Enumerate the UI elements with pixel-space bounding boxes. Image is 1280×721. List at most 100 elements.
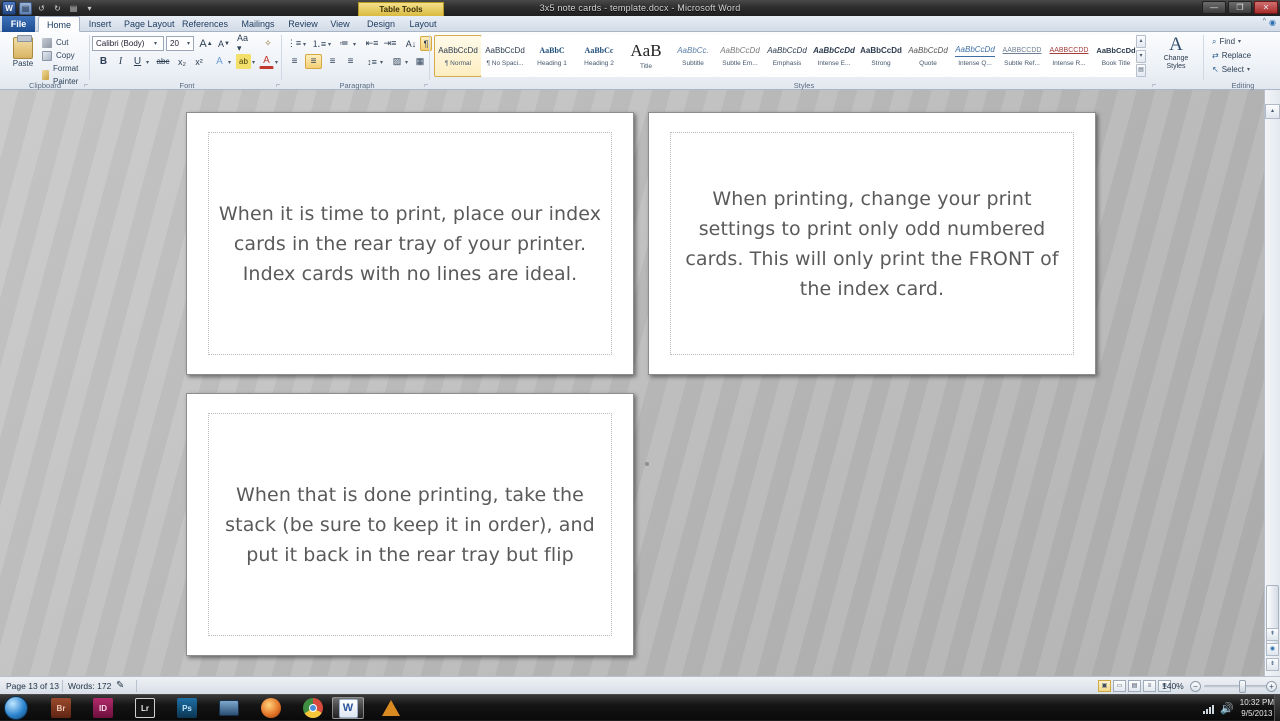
style-gallery-item[interactable]: AaBbCc Heading 2: [575, 35, 623, 77]
web-layout-view-button[interactable]: ▤: [1128, 680, 1141, 692]
zoom-out-button[interactable]: −: [1190, 681, 1201, 692]
align-right-icon[interactable]: ≡: [324, 54, 341, 69]
paragraph-dialog-launcher-icon[interactable]: ⌐: [424, 82, 428, 89]
gallery-more-icon[interactable]: ▤: [1136, 64, 1146, 77]
volume-speaker-icon[interactable]: 🔊: [1220, 702, 1234, 715]
line-spacing-icon[interactable]: ↕≡: [364, 54, 380, 69]
gallery-scroll-up-icon[interactable]: ▴: [1136, 35, 1146, 48]
table-cell[interactable]: When printing, change your print setting…: [670, 132, 1074, 355]
document-page[interactable]: When that is done printing, take the sta…: [186, 393, 634, 656]
network-signal-icon[interactable]: [1203, 703, 1215, 714]
styles-gallery[interactable]: AaBbCcDd ¶ Normal AaBbCcDd ¶ No Spaci... AaB…: [434, 35, 1140, 77]
scroll-up-arrow-icon[interactable]: ▴: [1265, 104, 1280, 119]
table-cell[interactable]: When it is time to print, place our inde…: [208, 132, 612, 355]
table-move-handle[interactable]: [645, 462, 649, 466]
shading-icon[interactable]: ▨: [389, 54, 405, 69]
find-button[interactable]: ⌕ Find ▾: [1212, 35, 1251, 49]
style-gallery-item[interactable]: AaBbCcDd Subtle Em...: [716, 35, 764, 77]
paste-button[interactable]: Paste: [6, 35, 40, 79]
justify-icon[interactable]: ≡: [342, 54, 359, 69]
style-gallery-item[interactable]: AaBbCcDd Emphasis: [763, 35, 811, 77]
italic-button[interactable]: I: [113, 54, 128, 69]
style-gallery-item[interactable]: AABBCCDD Subtle Ref...: [998, 35, 1046, 77]
zoom-level-label[interactable]: 140%: [1162, 677, 1184, 695]
style-gallery-item[interactable]: AaBbCcDd Intense Q...: [951, 35, 999, 77]
taskbar-item-adobe-photoshop[interactable]: Ps: [170, 697, 204, 719]
cut-button[interactable]: Cut: [42, 36, 90, 49]
copy-button[interactable]: Copy: [42, 49, 90, 62]
tab-references[interactable]: References: [176, 16, 234, 32]
tab-file[interactable]: File: [2, 16, 36, 32]
tab-insert[interactable]: Insert: [82, 16, 118, 32]
font-color-chevron-down-icon[interactable]: ▾: [275, 59, 280, 66]
shrink-font-button[interactable]: A ▼: [216, 36, 232, 51]
taskbar-item-computer[interactable]: [212, 697, 246, 719]
print-layout-view-button[interactable]: ▣: [1098, 680, 1111, 692]
scrollbar-thumb[interactable]: [1266, 585, 1279, 651]
close-button[interactable]: ✕: [1254, 1, 1278, 14]
taskbar-item-adobe-bridge[interactable]: Br: [44, 697, 78, 719]
zoom-slider-track[interactable]: [1204, 685, 1268, 688]
select-chevron-down-icon[interactable]: ▾: [1247, 63, 1250, 77]
multilevel-list-icon[interactable]: ≔: [336, 36, 352, 51]
tab-home[interactable]: Home: [38, 16, 80, 32]
sort-icon[interactable]: A↓: [404, 36, 418, 51]
style-gallery-item[interactable]: AaBbCc. Subtitle: [669, 35, 717, 77]
gallery-scroll-down-icon[interactable]: ▾: [1136, 49, 1146, 63]
text-effects-icon[interactable]: A: [212, 54, 227, 69]
font-color-icon[interactable]: A: [259, 54, 274, 69]
document-page[interactable]: When it is time to print, place our inde…: [186, 112, 634, 375]
minimize-button[interactable]: —: [1202, 1, 1226, 14]
style-gallery-item[interactable]: AaBbCcDd Quote: [904, 35, 952, 77]
decrease-indent-icon[interactable]: ⇤≡: [364, 36, 380, 51]
select-button[interactable]: ↖ Select ▾: [1212, 63, 1251, 77]
show-desktop-button[interactable]: [1274, 695, 1280, 721]
tab-review[interactable]: Review: [282, 16, 324, 32]
styles-gallery-scroll[interactable]: ▴ ▾ ▤: [1136, 35, 1146, 77]
change-styles-button[interactable]: A Change Styles: [1156, 35, 1196, 81]
superscript-button[interactable]: x²: [191, 54, 207, 69]
taskbar-item-adobe-lightroom[interactable]: Lr: [128, 697, 162, 719]
taskbar-item-google-chrome[interactable]: [296, 697, 330, 719]
increase-indent-icon[interactable]: ⇥≡: [382, 36, 398, 51]
text-highlight-icon[interactable]: ab: [236, 54, 251, 69]
show-formatting-marks-icon[interactable]: ¶: [420, 36, 432, 51]
style-gallery-item[interactable]: AaBbCcDd Book Title: [1092, 35, 1140, 77]
zoom-in-button[interactable]: +: [1266, 681, 1277, 692]
next-page-icon[interactable]: ⇟: [1266, 658, 1279, 671]
page-indicator[interactable]: Page 13 of 13: [6, 677, 59, 695]
style-gallery-item[interactable]: AaB Title: [622, 35, 670, 77]
clipboard-dialog-launcher-icon[interactable]: ⌐: [84, 82, 88, 89]
replace-button[interactable]: ⇄ Replace: [1212, 49, 1251, 63]
restore-button[interactable]: ❐: [1228, 1, 1252, 14]
change-case-button[interactable]: Aa ▾: [236, 33, 256, 53]
taskbar-item-microsoft-word[interactable]: W: [332, 697, 364, 719]
subscript-button[interactable]: x₂: [174, 54, 190, 69]
word-count[interactable]: Words: 172: [68, 677, 111, 695]
style-gallery-item[interactable]: AaBbC Heading 1: [528, 35, 576, 77]
taskbar-item-adobe-indesign[interactable]: ID: [86, 697, 120, 719]
style-gallery-item[interactable]: AaBbCcDd ¶ Normal: [434, 35, 482, 77]
find-chevron-down-icon[interactable]: ▾: [1238, 35, 1241, 49]
tab-view[interactable]: View: [324, 16, 356, 32]
table-cell[interactable]: When that is done printing, take the sta…: [208, 413, 612, 636]
style-gallery-item[interactable]: AaBbCcDd ¶ No Spaci...: [481, 35, 529, 77]
style-gallery-item[interactable]: AaBbCcDd Strong: [857, 35, 905, 77]
grow-font-button[interactable]: A ▲: [198, 36, 214, 51]
start-button-icon[interactable]: [4, 696, 28, 720]
underline-button[interactable]: U: [130, 54, 145, 69]
bullets-icon[interactable]: ⋮≡: [286, 36, 302, 51]
borders-icon[interactable]: ▦: [412, 54, 428, 69]
style-gallery-item[interactable]: AABBCCDD Intense R...: [1045, 35, 1093, 77]
help-icon[interactable]: ◉: [1269, 18, 1276, 27]
bold-button[interactable]: B: [96, 54, 111, 69]
document-page[interactable]: When printing, change your print setting…: [648, 112, 1096, 375]
numbering-icon[interactable]: ⒈≡: [311, 36, 327, 51]
tab-page-layout[interactable]: Page Layout: [118, 16, 176, 32]
tab-mailings[interactable]: Mailings: [234, 16, 282, 32]
minimize-ribbon-icon[interactable]: ^: [1263, 18, 1266, 27]
proofing-errors-icon[interactable]: ✎: [116, 677, 124, 695]
previous-page-icon[interactable]: ⇞: [1266, 628, 1279, 641]
full-screen-reading-view-button[interactable]: ▭: [1113, 680, 1126, 692]
clock[interactable]: 10:32 PM 9/5/2013: [1240, 697, 1274, 719]
